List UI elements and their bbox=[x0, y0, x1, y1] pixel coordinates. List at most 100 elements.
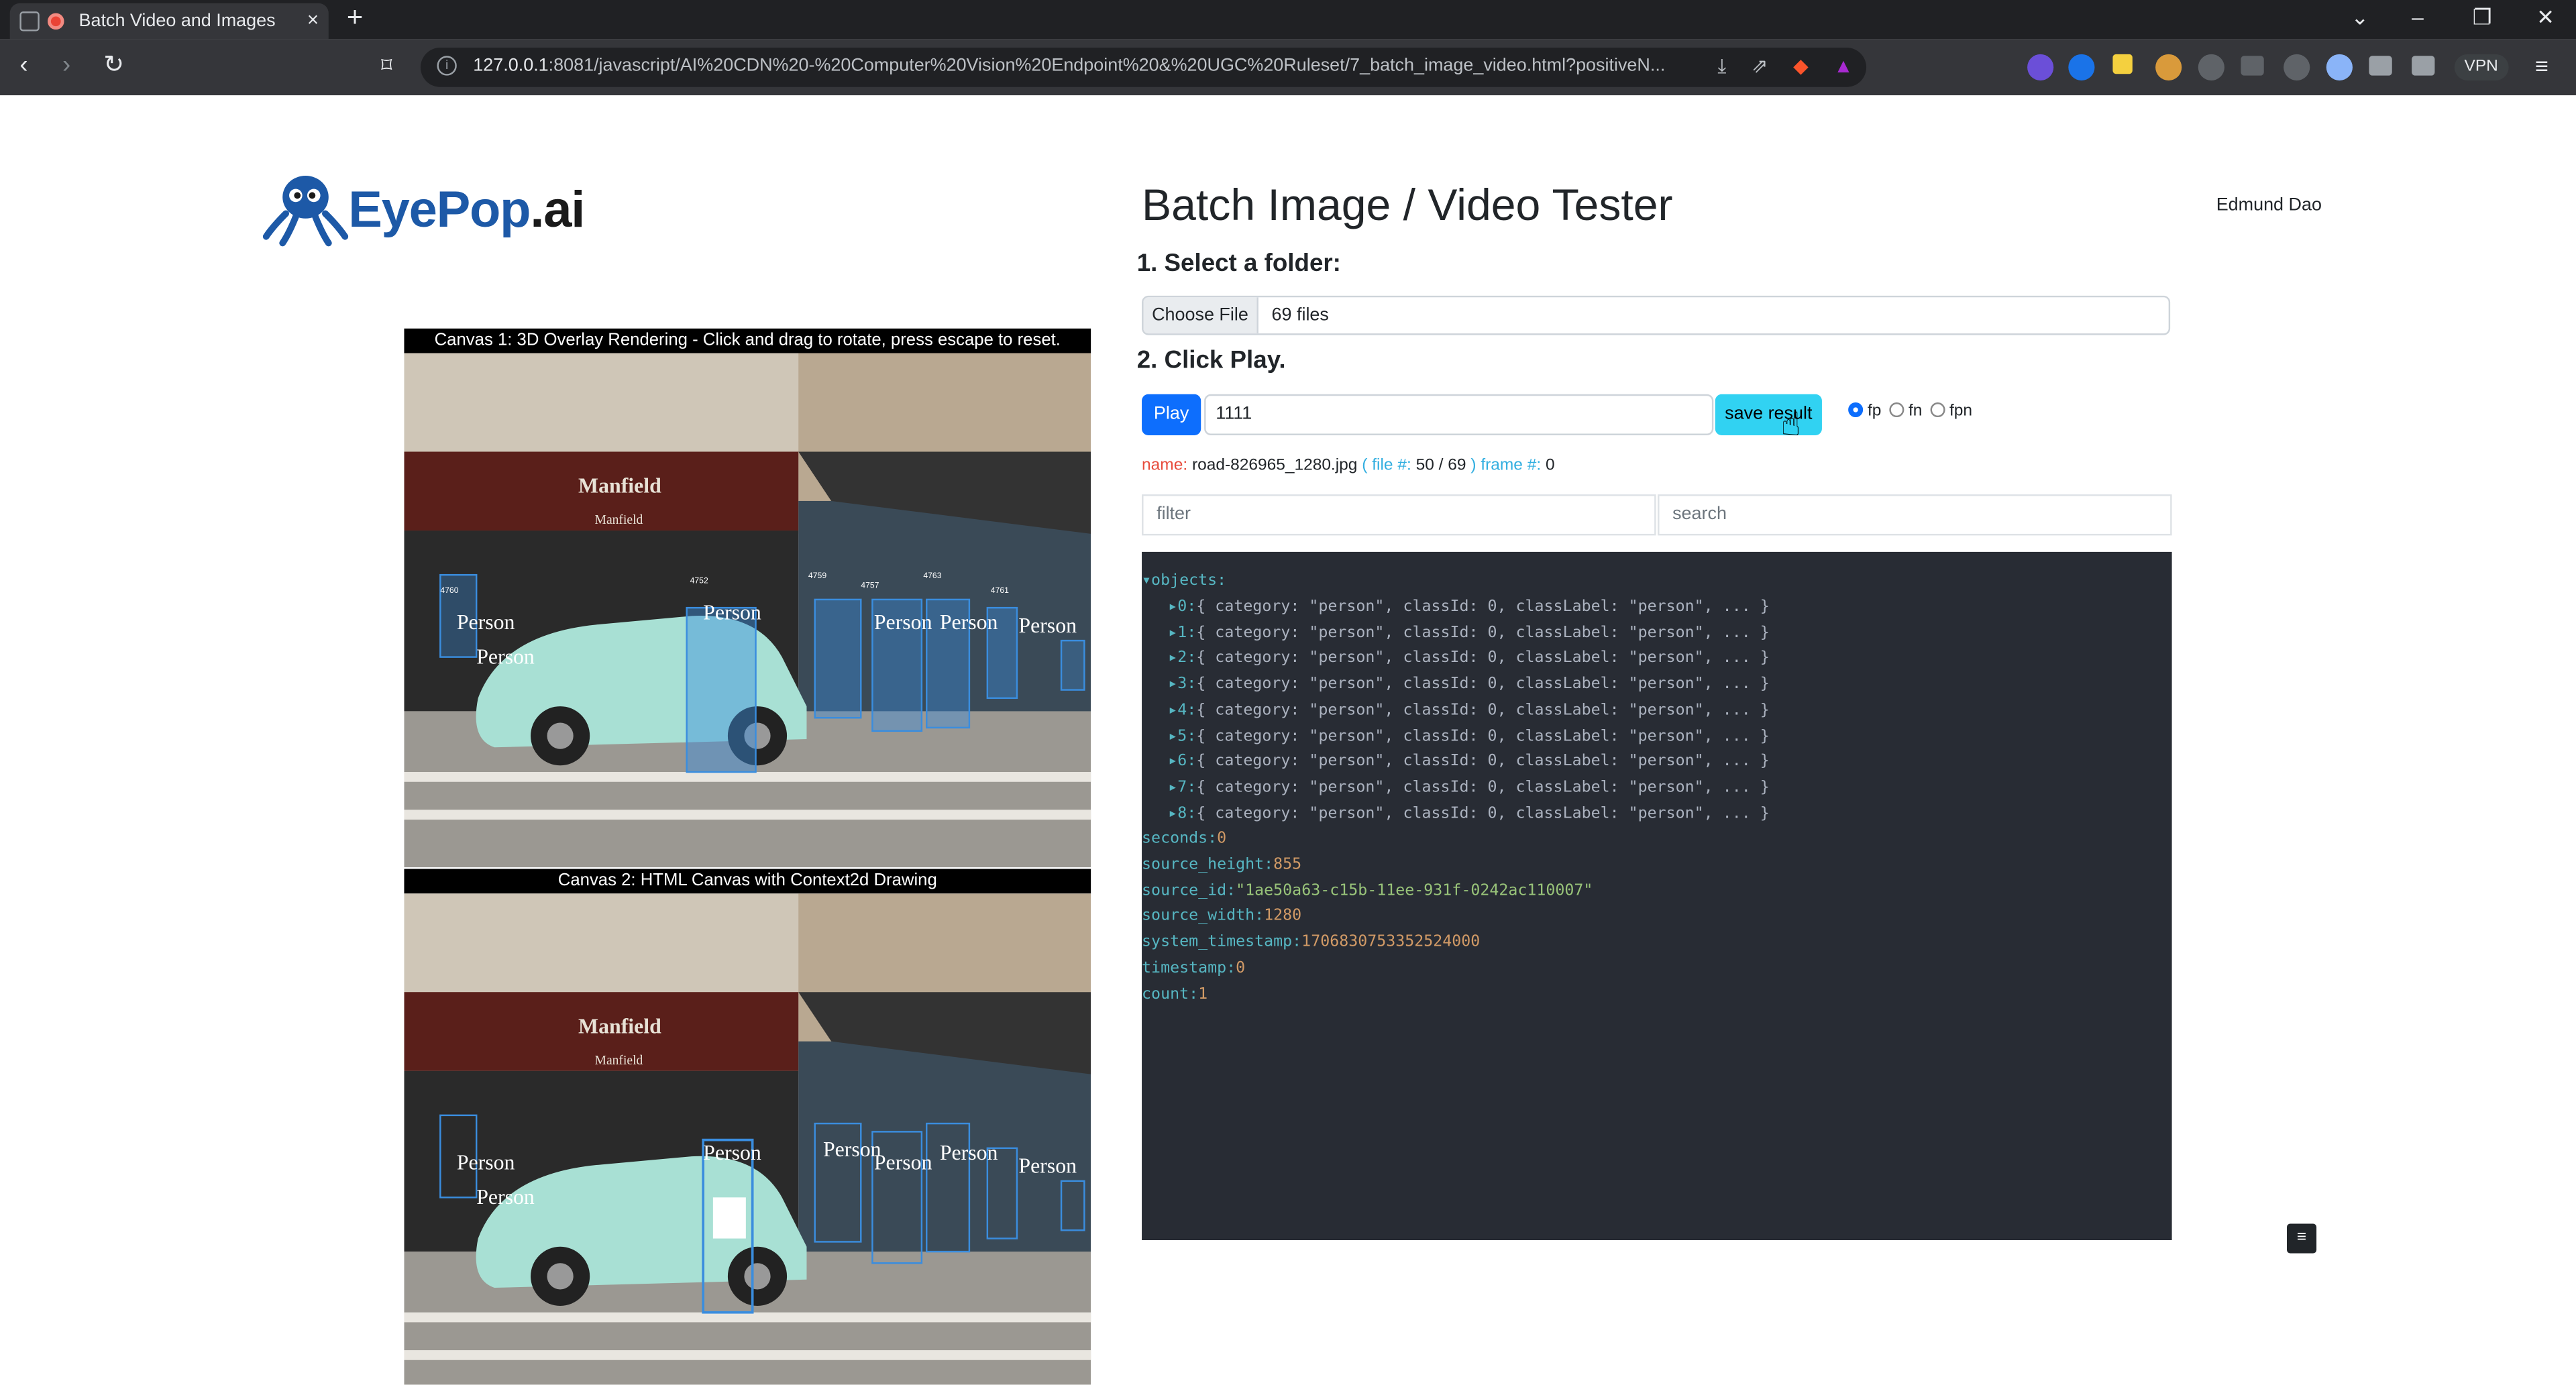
file-name-value: road-826965_1280.jpg bbox=[1191, 456, 1358, 475]
radio-fp-label: fp bbox=[1867, 402, 1882, 421]
extensions-icon[interactable] bbox=[2284, 54, 2310, 81]
json-field-value: 1706830753352524000 bbox=[1301, 933, 1481, 952]
hamburger-menu-icon[interactable]: ≡ bbox=[2287, 1223, 2317, 1254]
json-object-row[interactable]: ▸7:{ category: "person", classId: 0, cla… bbox=[1168, 779, 1769, 797]
canvas1-id-label: 4757 bbox=[861, 581, 879, 590]
canvas1-id-label: 4752 bbox=[690, 575, 708, 585]
json-object-summary: { category: "person", classId: 0, classL… bbox=[1196, 753, 1770, 771]
canvas2-context2d[interactable]: Manfield Manfield Person Person Person P… bbox=[404, 893, 1091, 1385]
canvas1-id-label: 4760 bbox=[440, 586, 458, 595]
canvas1-3d-overlay[interactable]: Manfield Manfield Person Person Person P… bbox=[404, 353, 1091, 868]
hand-cursor-icon: ☝ bbox=[1780, 407, 1801, 444]
frame-value: 0 bbox=[1545, 456, 1555, 475]
json-object-index: ▸6: bbox=[1168, 753, 1197, 771]
canvas2-store-sign: Manfield bbox=[578, 1014, 661, 1038]
browser-tab[interactable]: Batch Video and Images × bbox=[9, 3, 329, 40]
folder-file-input[interactable]: Choose File 69 files bbox=[1142, 295, 2171, 335]
file-number-close: ) bbox=[1470, 456, 1477, 475]
extension-cookie-icon[interactable] bbox=[2155, 54, 2182, 81]
vpn-button[interactable]: VPN bbox=[2454, 54, 2508, 81]
canvas2-scene-svg: Manfield Manfield Person Person Person P… bbox=[404, 893, 1091, 1385]
browser-menu-icon[interactable]: ≡ bbox=[2535, 52, 2548, 78]
share-icon[interactable]: ⇗ bbox=[1752, 54, 1768, 77]
filter-input[interactable]: filter bbox=[1142, 494, 1656, 536]
radio-fp[interactable] bbox=[1848, 402, 1864, 418]
json-object-row[interactable]: ▸4:{ category: "person", classId: 0, cla… bbox=[1168, 701, 1769, 719]
user-name[interactable]: Edmund Dao bbox=[2216, 195, 2322, 215]
name-label: name: bbox=[1142, 456, 1188, 475]
downloads-icon[interactable] bbox=[2326, 54, 2353, 81]
file-total-value: 69 bbox=[1448, 456, 1466, 475]
extension-pen-icon[interactable] bbox=[2112, 54, 2133, 74]
download-icon[interactable]: ⤓ bbox=[1717, 54, 1726, 77]
window-close-icon[interactable]: ✕ bbox=[2536, 5, 2555, 31]
json-field-key: source_id: bbox=[1142, 881, 1236, 900]
extension-s-icon[interactable] bbox=[2068, 54, 2095, 81]
canvas2-person-label: Person bbox=[940, 1141, 998, 1164]
canvas1-person-label: Person bbox=[476, 645, 535, 668]
json-object-summary: { category: "person", classId: 0, classL… bbox=[1196, 778, 1770, 797]
json-field-key: seconds: bbox=[1142, 830, 1218, 848]
minimize-icon[interactable]: – bbox=[2412, 5, 2424, 30]
tab-search-icon[interactable]: ⌄ bbox=[2351, 5, 2369, 31]
canvas1-id-label: 4761 bbox=[991, 586, 1009, 595]
step2-heading: 2. Click Play. bbox=[1136, 346, 1286, 375]
json-object-row[interactable]: ▸6:{ category: "person", classId: 0, cla… bbox=[1168, 753, 1769, 771]
tab-close-icon[interactable]: × bbox=[307, 8, 319, 31]
bookmark-icon[interactable]: ⌑ bbox=[381, 52, 392, 78]
json-field-row: source_height:855 bbox=[1142, 856, 1301, 874]
json-object-row[interactable]: ▸1:{ category: "person", classId: 0, cla… bbox=[1168, 624, 1769, 642]
canvas1-scene-svg: Manfield Manfield Person Person Person P… bbox=[404, 353, 1091, 868]
address-bar[interactable]: i 127.0.0.1:8081/javascript/AI%20CDN%20-… bbox=[420, 48, 1867, 87]
canvas1-id-label: 4759 bbox=[808, 571, 826, 580]
canvas1-person-label: Person bbox=[940, 610, 998, 634]
json-object-index: ▸8: bbox=[1168, 804, 1197, 822]
octopus-logo-icon bbox=[262, 176, 349, 247]
brave-shields-icon[interactable]: ◆ bbox=[1793, 54, 1809, 77]
json-field-row: system_timestamp:1706830753352524000 bbox=[1142, 933, 1480, 951]
play-button[interactable]: Play bbox=[1142, 394, 1201, 435]
site-info-icon[interactable]: i bbox=[437, 56, 457, 76]
canvas2-person-label: Person bbox=[457, 1151, 515, 1174]
brave-rewards-icon[interactable]: ▲ bbox=[1833, 54, 1853, 77]
json-result-viewer[interactable]: ▾objects: ▸0:{ category: "person", class… bbox=[1142, 551, 2172, 1240]
radio-fn[interactable] bbox=[1889, 402, 1904, 418]
json-field-value: 0 bbox=[1217, 830, 1227, 848]
canvas1-person-label: Person bbox=[457, 610, 515, 634]
canvas1-store-sign: Manfield bbox=[578, 474, 661, 498]
extension-badge-icon[interactable] bbox=[2027, 54, 2054, 81]
wallet-icon[interactable] bbox=[2412, 56, 2435, 76]
json-object-row[interactable]: ▸5:{ category: "person", classId: 0, cla… bbox=[1168, 727, 1769, 745]
choose-file-button[interactable]: Choose File bbox=[1143, 297, 1258, 334]
json-object-summary: { category: "person", classId: 0, classL… bbox=[1196, 623, 1770, 642]
file-index-value: 50 bbox=[1415, 456, 1434, 475]
step1-heading: 1. Select a folder: bbox=[1136, 250, 1341, 278]
json-object-summary: { category: "person", classId: 0, classL… bbox=[1196, 726, 1770, 745]
url-text[interactable]: 127.0.0.1:8081/javascript/AI%20CDN%20-%2… bbox=[473, 56, 1688, 75]
json-object-row[interactable]: ▸3:{ category: "person", classId: 0, cla… bbox=[1168, 675, 1769, 694]
save-result-button[interactable]: save result bbox=[1715, 394, 1822, 435]
pop-id-input[interactable]: 1111 bbox=[1204, 394, 1714, 435]
new-tab-button[interactable]: + bbox=[338, 3, 371, 36]
file-number-label: ( file #: bbox=[1362, 456, 1411, 475]
back-icon[interactable]: ‹ bbox=[19, 52, 28, 78]
extension-puzzle-icon[interactable] bbox=[2198, 54, 2224, 81]
forward-icon[interactable]: › bbox=[62, 52, 70, 78]
json-objects-key[interactable]: ▾objects: bbox=[1142, 571, 1226, 590]
tab-title: Batch Video and Images bbox=[78, 11, 276, 32]
json-object-row[interactable]: ▸8:{ category: "person", classId: 0, cla… bbox=[1168, 804, 1769, 822]
json-field-row: source_width:1280 bbox=[1142, 907, 1301, 926]
json-object-row[interactable]: ▸0:{ category: "person", classId: 0, cla… bbox=[1168, 598, 1769, 616]
extension-grid-icon[interactable] bbox=[2241, 56, 2264, 76]
canvas1-person-label: Person bbox=[874, 610, 932, 634]
json-field-row: count:1 bbox=[1142, 985, 1208, 1003]
search-input[interactable]: search bbox=[1658, 494, 2172, 536]
restore-icon[interactable]: ❐ bbox=[2473, 5, 2492, 31]
reload-icon[interactable]: ↻ bbox=[103, 52, 124, 78]
eyepop-logo[interactable]: EyePop.ai bbox=[262, 171, 592, 247]
json-object-row[interactable]: ▸2:{ category: "person", classId: 0, cla… bbox=[1168, 649, 1769, 667]
result-type-radio-group: fp fn fpn bbox=[1848, 402, 1972, 421]
sidebar-icon[interactable] bbox=[2369, 56, 2392, 76]
canvas2-person-label: Person bbox=[476, 1185, 535, 1209]
radio-fpn[interactable] bbox=[1930, 402, 1945, 418]
